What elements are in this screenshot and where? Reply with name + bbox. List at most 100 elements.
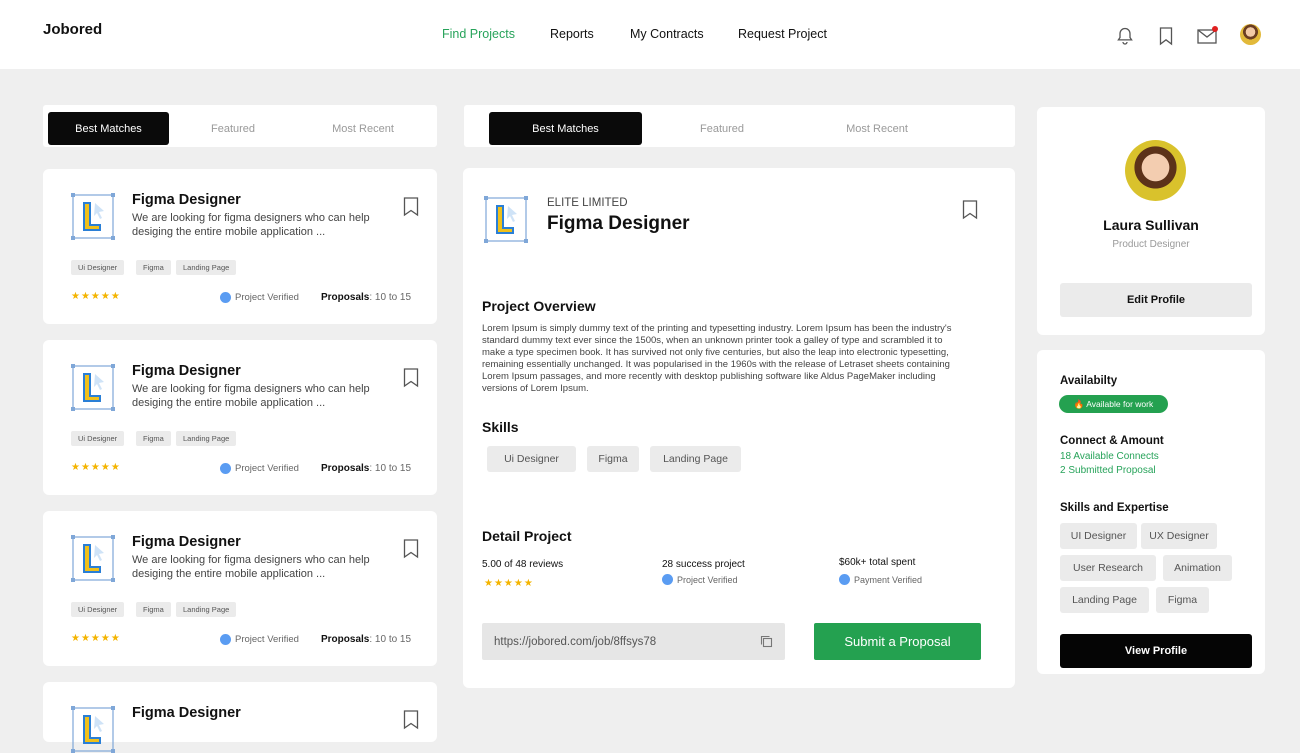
verified-dot-icon [662,574,673,585]
skill-chip: Landing Page [650,446,741,472]
mail-icon[interactable] [1197,26,1219,46]
rating-stars: ★★★★★ [71,633,121,644]
tag-chip: Ui Designer [71,602,125,617]
proposals-count: Proposals: 10 to 15 [321,634,411,645]
skills-heading: Skills [482,419,519,435]
expertise-chip: Landing Page [1060,587,1149,613]
detail-title: Figma Designer [547,213,690,234]
submit-proposal-button[interactable]: Submit a Proposal [814,623,981,660]
bookmark-icon[interactable] [403,710,419,730]
company-logo-icon [71,535,115,582]
tab-most-recent[interactable]: Most Recent [827,112,927,145]
bookmark-icon[interactable] [403,197,419,217]
project-detail-card [463,168,1015,688]
bookmark-icon[interactable] [403,368,419,388]
job-description: We are looking for figma designers who c… [132,554,370,580]
success-stat: 28 success project [662,559,745,570]
company-name: ELITE LIMITED [547,197,628,209]
spent-stat: $60k+ total spent [839,557,916,568]
tag-chip: Landing Page [176,602,237,617]
submitted-proposal[interactable]: 2 Submitted Proposal [1060,465,1156,476]
job-title[interactable]: Figma Designer [132,534,241,550]
copy-icon[interactable] [760,635,773,648]
detail-tabs: Best Matches Featured Most Recent [464,105,1015,147]
proposals-value: : 10 to 15 [369,292,412,303]
job-description: We are looking for figma designers who c… [132,212,370,238]
tag-chip: Figma [136,260,171,275]
company-logo-icon [71,193,115,240]
expertise-chip: Figma [1156,587,1209,613]
project-verified-badge: Project Verified [220,292,299,303]
proposals-label: Proposals [321,634,370,645]
project-verified-badge: Project Verified [220,463,299,474]
tag-chip: Landing Page [176,260,237,275]
available-connects[interactable]: 18 Available Connects [1060,451,1159,462]
brand-logo[interactable]: Jobored [43,21,102,38]
verified-dot-icon [220,292,231,303]
proposals-count: Proposals: 10 to 15 [321,463,411,474]
rating-stars: ★★★★★ [71,291,121,302]
project-verified-badge: Project Verified [220,634,299,645]
tag-chip: Figma [136,602,171,617]
nav-find-projects[interactable]: Find Projects [442,27,515,41]
edit-profile-button[interactable]: Edit Profile [1060,283,1252,317]
available-for-work-badge: 🔥 Available for work [1059,395,1168,413]
company-logo-icon [484,196,528,243]
bell-icon[interactable] [1115,26,1135,46]
job-list-tabs: Best Matches Featured Most Recent [43,105,437,147]
tag-chip: Landing Page [176,431,237,446]
expertise-chip: UI Designer [1060,523,1137,549]
profile-role: Product Designer [1112,239,1190,250]
view-profile-button[interactable]: View Profile [1060,634,1252,668]
job-url-text: https://jobored.com/job/8ffsys78 [494,635,657,648]
rating-stars: ★★★★★ [71,462,121,473]
verified-dot-icon [220,634,231,645]
skill-chip: Ui Designer [487,446,576,472]
job-title[interactable]: Figma Designer [132,705,241,721]
nav-my-contracts[interactable]: My Contracts [630,27,704,41]
nav-request-project[interactable]: Request Project [738,27,827,41]
user-avatar[interactable] [1240,24,1261,45]
connect-heading: Connect & Amount [1060,435,1164,447]
tag-chip: Ui Designer [71,260,125,275]
project-verified-label: Project Verified [677,574,738,585]
tag-chip: Figma [136,431,171,446]
proposals-count: Proposals: 10 to 15 [321,292,411,303]
project-verified-label: Project Verified [235,292,299,303]
proposals-label: Proposals [321,463,370,474]
job-description: We are looking for figma designers who c… [132,383,370,409]
detail-project-heading: Detail Project [482,528,572,544]
expertise-chip: UX Designer [1141,523,1217,549]
tab-best-matches[interactable]: Best Matches [48,112,169,145]
tab-featured[interactable]: Featured [183,112,283,145]
project-verified-label: Project Verified [235,463,299,474]
tab-featured[interactable]: Featured [672,112,772,145]
proposals-value: : 10 to 15 [369,634,412,645]
profile-avatar [1125,140,1186,201]
nav-reports[interactable]: Reports [550,27,594,41]
payment-verified-badge: Payment Verified [839,574,922,585]
payment-verified-label: Payment Verified [854,574,923,585]
overview-text: Lorem Ipsum is simply dummy text of the … [482,323,952,394]
tab-best-matches[interactable]: Best Matches [489,112,642,145]
bookmark-icon[interactable] [403,539,419,559]
project-verified-badge: Project Verified [662,574,738,585]
rating-stars: ★★★★★ [484,578,534,589]
availability-heading: Availabilty [1060,375,1118,387]
company-logo-icon [71,706,115,753]
expertise-chip: Animation [1163,555,1232,581]
proposals-value: : 10 to 15 [369,463,412,474]
bookmark-icon[interactable] [962,200,978,220]
expertise-chip: User Research [1060,555,1156,581]
reviews-stat: 5.00 of 48 reviews [482,559,564,570]
top-navigation-bar: Jobored Find Projects Reports My Contrac… [0,0,1300,69]
company-logo-icon [71,364,115,411]
skills-expertise-heading: Skills and Expertise [1060,502,1169,514]
verified-dot-icon [839,574,850,585]
job-url-field[interactable]: https://jobored.com/job/8ffsys78 [482,623,785,660]
tab-most-recent[interactable]: Most Recent [313,112,413,145]
job-title[interactable]: Figma Designer [132,363,241,379]
job-title[interactable]: Figma Designer [132,192,241,208]
bookmark-icon[interactable] [1156,26,1176,46]
skill-chip: Figma [587,446,639,472]
